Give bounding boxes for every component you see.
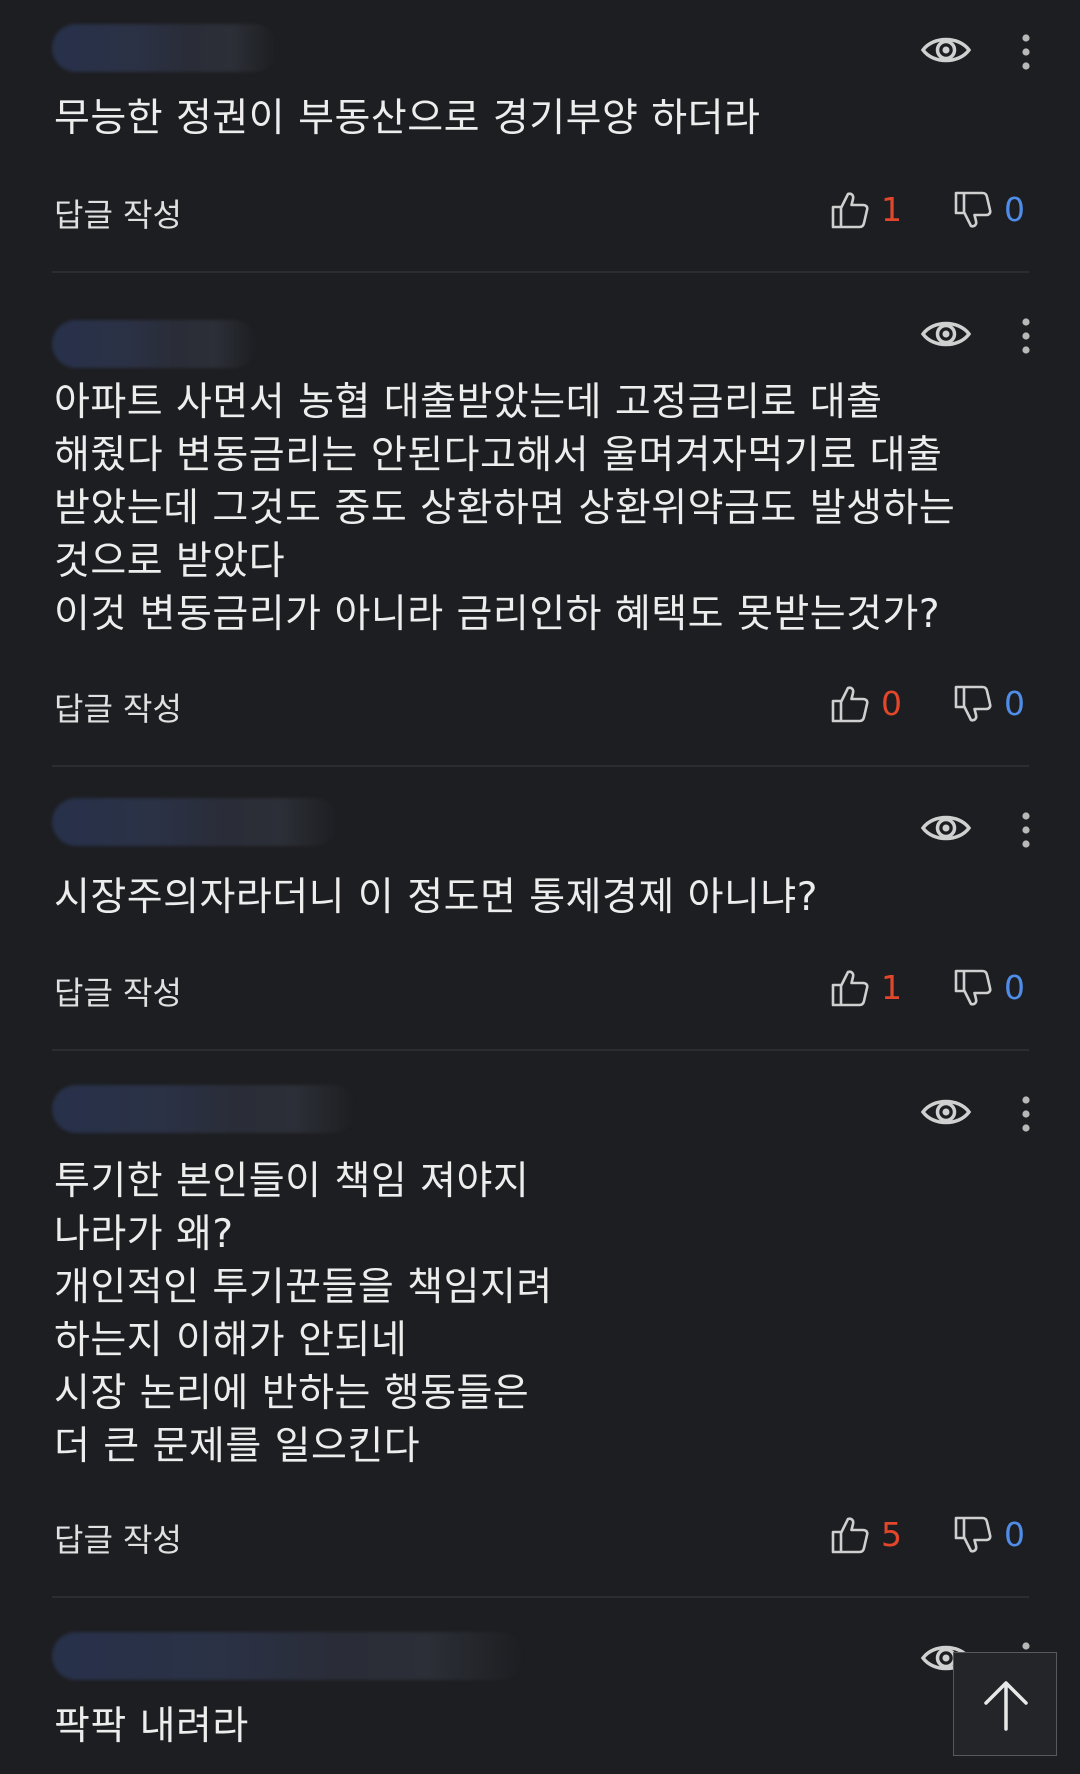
comment-text: 무능한 정권이 부동산으로 경기부양 하더라 [54, 96, 761, 141]
eye-icon[interactable] [920, 32, 972, 68]
author-name-blurred [52, 24, 278, 72]
reply-button[interactable]: 답글 작성 [54, 684, 182, 730]
more-vertical-icon[interactable] [1018, 810, 1034, 850]
dislike-count: 0 [1004, 1515, 1025, 1554]
thumbs-down-icon[interactable] [953, 1515, 993, 1555]
author-name-blurred [52, 1632, 524, 1680]
eye-icon[interactable] [920, 316, 972, 352]
like-count: 0 [881, 684, 902, 723]
eye-icon[interactable] [920, 1094, 972, 1130]
thumbs-down-icon[interactable] [953, 684, 993, 724]
scroll-to-top-button[interactable] [953, 1652, 1057, 1756]
divider [52, 1596, 1029, 1598]
divider [52, 1049, 1029, 1051]
thumbs-up-icon[interactable] [830, 684, 870, 724]
thumbs-up-icon[interactable] [830, 1515, 870, 1555]
dislike-count: 0 [1004, 968, 1025, 1007]
dislike-count: 0 [1004, 190, 1025, 229]
divider [52, 271, 1029, 273]
comment-text: 투기한 본인들이 책임 져야지 나라가 왜? 개인적인 투기꾼들을 책임지려 하… [54, 1159, 553, 1469]
thumbs-up-icon[interactable] [830, 190, 870, 230]
dislike-count: 0 [1004, 684, 1025, 723]
eye-icon[interactable] [920, 810, 972, 846]
arrow-up-icon [984, 1681, 1028, 1731]
author-name-blurred [52, 1085, 357, 1133]
more-vertical-icon[interactable] [1018, 1094, 1034, 1134]
like-count: 1 [881, 190, 902, 229]
comment-text: 팍팍 내려라 [54, 1704, 249, 1749]
reply-button[interactable]: 답글 작성 [54, 1515, 182, 1561]
comment-text: 아파트 사면서 농협 대출받았는데 고정금리로 대출 해줬다 변동금리는 안된다… [54, 380, 956, 637]
more-vertical-icon[interactable] [1018, 316, 1034, 356]
like-count: 5 [881, 1515, 902, 1554]
thumbs-up-icon[interactable] [830, 968, 870, 1008]
reply-button[interactable]: 답글 작성 [54, 190, 182, 236]
author-name-blurred [52, 320, 257, 368]
author-name-blurred [52, 798, 339, 846]
reply-button[interactable]: 답글 작성 [54, 968, 182, 1014]
thumbs-down-icon[interactable] [953, 968, 993, 1008]
more-vertical-icon[interactable] [1018, 32, 1034, 72]
divider [52, 765, 1029, 767]
thumbs-down-icon[interactable] [953, 190, 993, 230]
like-count: 1 [881, 968, 902, 1007]
comment-text: 시장주의자라더니 이 정도면 통제경제 아니냐? [54, 875, 819, 920]
